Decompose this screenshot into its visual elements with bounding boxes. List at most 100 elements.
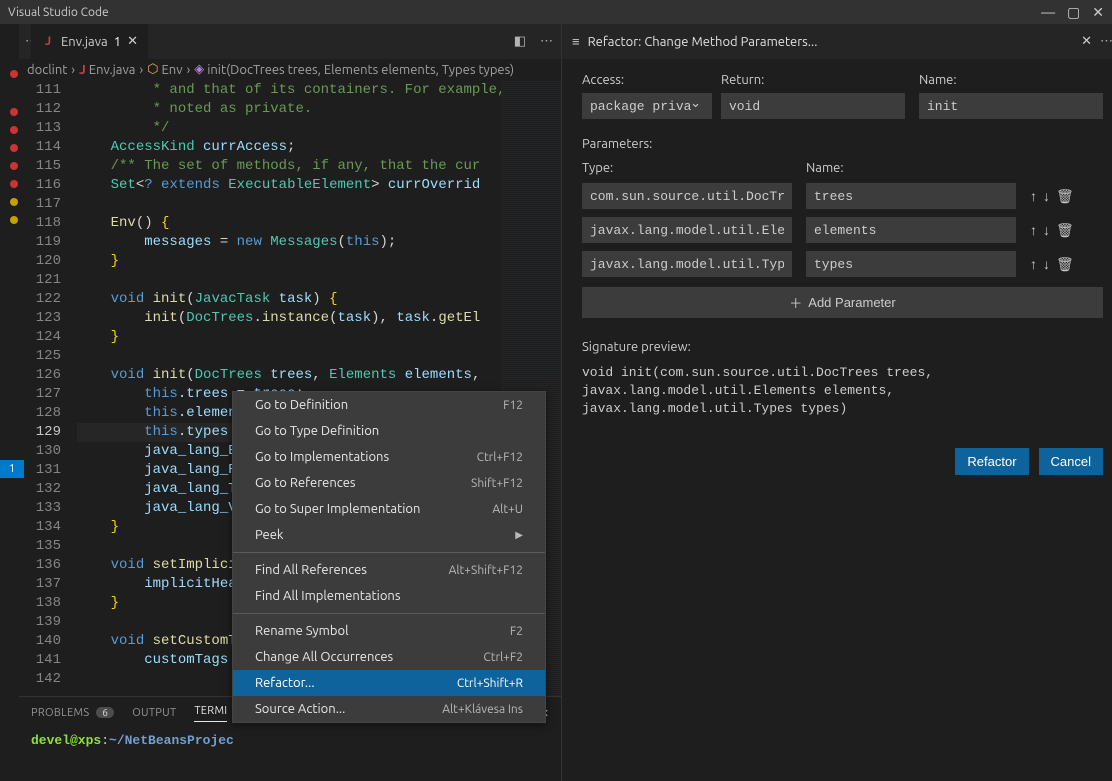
- method-name-input[interactable]: [919, 93, 1103, 119]
- context-menu-shortcut: Ctrl+F2: [483, 651, 523, 664]
- chevron-right-icon: ›: [71, 63, 75, 77]
- breadcrumb-item[interactable]: J Env.java: [79, 63, 135, 77]
- return-input[interactable]: [721, 93, 905, 119]
- context-menu-shortcut: Ctrl+F12: [477, 451, 523, 464]
- param-row: ↑ ↓ 🗑: [582, 251, 1103, 277]
- editor-tabs: ⋯ J Env.java 1 ✕ ◧ ⋯: [19, 24, 561, 59]
- move-down-icon[interactable]: ↓: [1043, 256, 1050, 273]
- cancel-button[interactable]: Cancel: [1039, 448, 1103, 475]
- line-number: 120: [19, 252, 61, 271]
- code-line[interactable]: void init(JavacTask task) {: [77, 290, 501, 309]
- add-parameter-button[interactable]: ＋ Add Parameter: [582, 287, 1103, 318]
- context-menu-shortcut: Alt+U: [492, 503, 523, 516]
- line-number: 128: [19, 404, 61, 423]
- context-menu-item[interactable]: Find All Implementations: [233, 583, 545, 609]
- code-line[interactable]: /** The set of methods, if any, that the…: [77, 157, 501, 176]
- tab-output[interactable]: OUTPUT: [132, 707, 176, 719]
- delete-icon[interactable]: 🗑: [1056, 222, 1074, 239]
- code-line[interactable]: [77, 347, 501, 366]
- submenu-arrow-icon: ▶: [515, 529, 523, 541]
- context-menu-item[interactable]: Go to ReferencesShift+F12: [233, 470, 545, 496]
- tab-terminal[interactable]: TERMI: [194, 705, 227, 722]
- context-menu-item[interactable]: Peek ▶: [233, 522, 545, 548]
- more-tabs-icon[interactable]: ⋯: [19, 34, 31, 49]
- code-line[interactable]: }: [77, 328, 501, 347]
- tab-problems[interactable]: PROBLEMS 6: [31, 707, 114, 719]
- code-line[interactable]: void init(DocTrees trees, Elements eleme…: [77, 366, 501, 385]
- move-up-icon[interactable]: ↑: [1030, 222, 1037, 239]
- breadcrumb-item[interactable]: ◈ init(DocTrees trees, Elements elements…: [194, 62, 514, 77]
- param-type-input[interactable]: [582, 217, 792, 243]
- param-type-input[interactable]: [582, 251, 792, 277]
- refactor-button[interactable]: Refactor: [955, 448, 1028, 475]
- code-line[interactable]: * noted as private.: [77, 100, 501, 119]
- param-name-input[interactable]: [806, 217, 1016, 243]
- move-up-icon[interactable]: ↑: [1030, 256, 1037, 273]
- line-number: 140: [19, 632, 61, 651]
- editor-tab-env[interactable]: J Env.java 1 ✕: [31, 24, 148, 59]
- window-maximize-icon[interactable]: ▢: [1067, 4, 1080, 21]
- window-minimize-icon[interactable]: —: [1041, 4, 1055, 21]
- close-panel-icon[interactable]: ✕: [1081, 34, 1092, 49]
- line-number: 142: [19, 670, 61, 689]
- window-close-icon[interactable]: ✕: [1092, 4, 1104, 21]
- context-menu-item[interactable]: Go to DefinitionF12: [233, 392, 545, 418]
- gutter-dot-icon: [10, 162, 18, 170]
- name-label: Name:: [919, 73, 1103, 87]
- context-menu-item[interactable]: Go to Implementations Ctrl+F12: [233, 444, 545, 470]
- terminal[interactable]: devel@xps:~/NetBeansProjec: [19, 729, 561, 781]
- refactor-panel-header: ≡ Refactor: Change Method Parameters... …: [562, 24, 1112, 59]
- delete-icon[interactable]: 🗑: [1056, 256, 1074, 273]
- parameters-label: Parameters:: [582, 137, 652, 151]
- code-line[interactable]: Set<? extends ExecutableElement> currOve…: [77, 176, 501, 195]
- context-menu-label: Go to Implementations: [255, 450, 389, 464]
- code-line[interactable]: [77, 271, 501, 290]
- param-name-input[interactable]: [806, 183, 1016, 209]
- code-line[interactable]: init(DocTrees.instance(task), task.getEl: [77, 309, 501, 328]
- breadcrumb-item[interactable]: ⬡ Env: [147, 62, 182, 77]
- context-menu-shortcut: Ctrl+Shift+R: [457, 677, 523, 690]
- context-menu-item[interactable]: Source Action...Alt+Klávesa Ins: [233, 696, 545, 722]
- delete-icon[interactable]: 🗑: [1056, 188, 1074, 205]
- code-line[interactable]: messages = new Messages(this);: [77, 233, 501, 252]
- code-line[interactable]: AccessKind currAccess;: [77, 138, 501, 157]
- context-menu-item[interactable]: Change All OccurrencesCtrl+F2: [233, 644, 545, 670]
- gutter-dot-icon: [10, 216, 18, 224]
- code-line[interactable]: [77, 195, 501, 214]
- context-menu-item[interactable]: Refactor...Ctrl+Shift+R: [233, 670, 545, 696]
- more-actions-icon[interactable]: ⋯: [1100, 34, 1112, 49]
- context-menu-label: Go to Definition: [255, 398, 348, 412]
- breadcrumb-item[interactable]: doclint: [27, 63, 67, 77]
- gutter-dot-icon: [10, 108, 18, 116]
- line-number: 121: [19, 271, 61, 290]
- line-number: 115: [19, 157, 61, 176]
- param-name-input[interactable]: [806, 251, 1016, 277]
- context-menu-label: Peek: [255, 528, 283, 542]
- line-number: 117: [19, 195, 61, 214]
- context-menu-item[interactable]: Find All ReferencesAlt+Shift+F12: [233, 557, 545, 583]
- context-menu-item[interactable]: Rename SymbolF2: [233, 618, 545, 644]
- context-menu-label: Go to Super Implementation: [255, 502, 420, 516]
- move-up-icon[interactable]: ↑: [1030, 188, 1037, 205]
- code-line[interactable]: */: [77, 119, 501, 138]
- split-editor-icon[interactable]: ◧: [514, 34, 526, 49]
- context-menu-shortcut: F2: [510, 625, 523, 638]
- line-number: 124: [19, 328, 61, 347]
- line-number: 130: [19, 442, 61, 461]
- line-number: 134: [19, 518, 61, 537]
- move-down-icon[interactable]: ↓: [1043, 188, 1050, 205]
- move-down-icon[interactable]: ↓: [1043, 222, 1050, 239]
- access-select[interactable]: package priva: [582, 93, 712, 119]
- param-type-input[interactable]: [582, 183, 792, 209]
- context-menu-item[interactable]: Go to Type Definition: [233, 418, 545, 444]
- code-line[interactable]: }: [77, 252, 501, 271]
- tab-filename: Env.java: [61, 35, 108, 49]
- code-line[interactable]: * and that of its containers. For exampl…: [77, 81, 501, 100]
- breadcrumbs[interactable]: doclint › J Env.java › ⬡ Env › ◈ init(Do…: [19, 59, 561, 81]
- code-line[interactable]: Env() {: [77, 214, 501, 233]
- tab-close-icon[interactable]: ✕: [127, 34, 138, 49]
- context-menu-label: Find All Implementations: [255, 589, 401, 603]
- context-menu-item[interactable]: Go to Super Implementation Alt+U: [233, 496, 545, 522]
- more-actions-icon[interactable]: ⋯: [540, 34, 553, 49]
- param-row: ↑ ↓ 🗑: [582, 217, 1103, 243]
